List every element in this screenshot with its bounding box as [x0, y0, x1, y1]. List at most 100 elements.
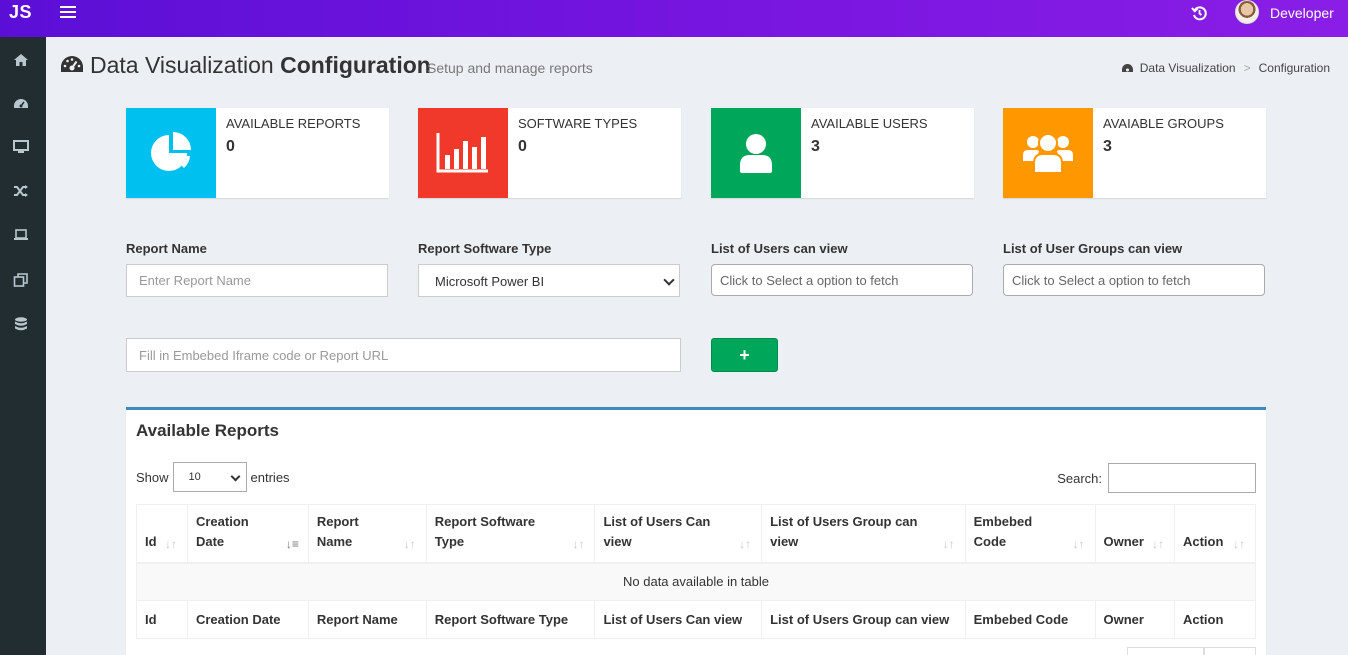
pagination — [1127, 647, 1256, 655]
search-label: Search: — [1057, 470, 1102, 486]
chevron-down-icon — [230, 471, 240, 482]
footer-cell: Owner — [1094, 600, 1175, 639]
dashboard-icon — [1121, 63, 1133, 72]
menu-toggle-icon[interactable] — [60, 6, 76, 20]
shuffle-icon[interactable] — [13, 183, 29, 199]
users-multiselect[interactable]: Click to Select a option to fetch — [711, 264, 973, 296]
breadcrumb-separator: > — [1243, 61, 1251, 75]
info-box-label: AVAILABLE USERS — [811, 116, 928, 131]
sort-icon: ↓↑ — [942, 536, 955, 551]
clone-icon[interactable] — [13, 272, 29, 288]
bar-chart-icon — [436, 133, 488, 173]
info-box-icon-bg — [126, 108, 216, 198]
table-header-row: Id ↓↑ Creation Date ↓≡ Report Name ↓↑ Repor… — [136, 504, 1257, 564]
pagination-next-button[interactable] — [1204, 647, 1256, 655]
column-header-user-groups[interactable]: List of Users Group can view ↓↑ — [761, 504, 966, 564]
info-box-label: SOFTWARE TYPES — [518, 116, 638, 131]
user-icon — [740, 134, 772, 173]
sort-icon: ↓↑ — [1151, 536, 1164, 551]
sort-icon: ↓↑ — [1233, 536, 1245, 551]
info-box-icon-bg — [418, 108, 508, 198]
user-avatar[interactable] — [1235, 0, 1259, 24]
reports-table: Id ↓↑ Creation Date ↓≡ Report Name ↓↑ Repor… — [136, 504, 1257, 639]
empty-table-message: No data available in table — [136, 562, 1256, 601]
info-box-software-types: SOFTWARE TYPES 0 — [418, 108, 681, 198]
footer-cell: List of Users Can view — [594, 600, 763, 639]
dashboard-gauge-icon — [61, 56, 83, 72]
software-type-label: Report Software Type — [418, 241, 552, 256]
add-report-button[interactable]: + — [711, 338, 778, 372]
column-header-action[interactable]: Action ↓↑ — [1173, 504, 1257, 564]
info-box-value: 0 — [226, 138, 235, 155]
users-icon — [1023, 133, 1073, 174]
column-header-creation-date[interactable]: Creation Date ↓≡ — [186, 504, 309, 564]
software-type-select[interactable]: Microsoft Power BI — [418, 264, 680, 297]
chevron-down-icon — [663, 274, 675, 286]
laptop-icon[interactable] — [13, 227, 29, 243]
home-icon[interactable] — [13, 52, 29, 68]
column-header-software-type[interactable]: Report Software Type ↓↑ — [425, 504, 596, 564]
sort-icon: ↓↑ — [164, 536, 177, 551]
desktop-icon[interactable] — [13, 139, 29, 155]
search-input[interactable] — [1108, 463, 1256, 493]
info-box-icon-bg — [1003, 108, 1093, 198]
sort-icon: ↓↑ — [739, 536, 752, 551]
column-header-owner[interactable]: Owner ↓↑ — [1094, 504, 1175, 564]
table-footer-row: Id Creation Date Report Name Report Soft… — [136, 600, 1257, 639]
groups-label: List of User Groups can view — [1003, 241, 1183, 256]
info-box-icon-bg — [711, 108, 801, 198]
info-box-groups: AVAIABLE GROUPS 3 — [1003, 108, 1266, 198]
show-label: Show — [136, 469, 169, 485]
footer-cell: Creation Date — [186, 600, 309, 639]
entries-label: entries — [250, 469, 290, 485]
groups-multiselect[interactable]: Click to Select a option to fetch — [1003, 264, 1265, 296]
sort-icon: ↓↑ — [1072, 536, 1085, 551]
box-title: Available Reports — [136, 421, 279, 440]
page-subtitle: Setup and manage reports — [427, 60, 593, 76]
report-name-label: Report Name — [126, 241, 207, 256]
breadcrumb-current: Configuration — [1258, 61, 1330, 75]
embed-code-input[interactable] — [126, 338, 681, 372]
pagination-previous-button[interactable] — [1127, 647, 1204, 655]
breadcrumb: Data Visualization > Configuration — [1121, 61, 1330, 75]
entries-length-value: 10 — [188, 471, 201, 483]
entries-length-control: Show 10 entries — [136, 462, 290, 492]
footer-cell: Embebed Code — [964, 600, 1096, 639]
footer-cell: Action — [1173, 600, 1257, 639]
sidebar — [0, 37, 46, 655]
footer-cell: Report Software Type — [425, 600, 596, 639]
info-box-value: 0 — [518, 138, 527, 155]
top-navbar: JS Developer — [0, 0, 1348, 37]
report-name-input[interactable] — [126, 264, 388, 297]
sort-icon: ↓↑ — [403, 536, 416, 551]
breadcrumb-link-data-visualization[interactable]: Data Visualization — [1140, 61, 1236, 75]
info-box-reports: AVAILABLE REPORTS 0 — [126, 108, 389, 198]
available-reports-box: Available Reports Show 10 entries Search… — [126, 407, 1266, 655]
sort-desc-icon: ↓≡ — [285, 536, 299, 551]
table-search: Search: — [1057, 463, 1256, 493]
column-header-id[interactable]: Id ↓↑ — [136, 504, 188, 564]
info-box-users: AVAILABLE USERS 3 — [711, 108, 974, 198]
history-icon[interactable] — [1190, 4, 1208, 22]
page-title: Data Visualization Configuration — [90, 52, 431, 78]
table-row: No data available in table — [136, 562, 1256, 601]
users-label: List of Users can view — [711, 241, 848, 256]
info-box-label: AVAILABLE REPORTS — [226, 116, 361, 131]
logo-text: JS — [9, 2, 33, 22]
column-header-users[interactable]: List of Users Can view ↓↑ — [594, 504, 763, 564]
database-icon[interactable] — [13, 316, 29, 332]
pie-chart-icon — [151, 132, 191, 171]
app-logo[interactable]: JS — [0, 0, 46, 37]
sort-icon: ↓↑ — [572, 536, 585, 551]
dashboard-icon[interactable] — [13, 96, 29, 112]
entries-length-select[interactable]: 10 — [172, 462, 247, 492]
software-type-selected-value: Microsoft Power BI — [435, 274, 545, 289]
footer-cell: Id — [136, 600, 188, 639]
column-header-embed-code[interactable]: Embebed Code ↓↑ — [964, 504, 1096, 564]
info-box-value: 3 — [811, 138, 820, 155]
info-box-value: 3 — [1103, 138, 1112, 155]
info-box-label: AVAIABLE GROUPS — [1103, 116, 1224, 131]
column-header-report-name[interactable]: Report Name ↓↑ — [307, 504, 427, 564]
footer-cell: List of Users Group can view — [761, 600, 966, 639]
user-name[interactable]: Developer — [1270, 5, 1334, 21]
